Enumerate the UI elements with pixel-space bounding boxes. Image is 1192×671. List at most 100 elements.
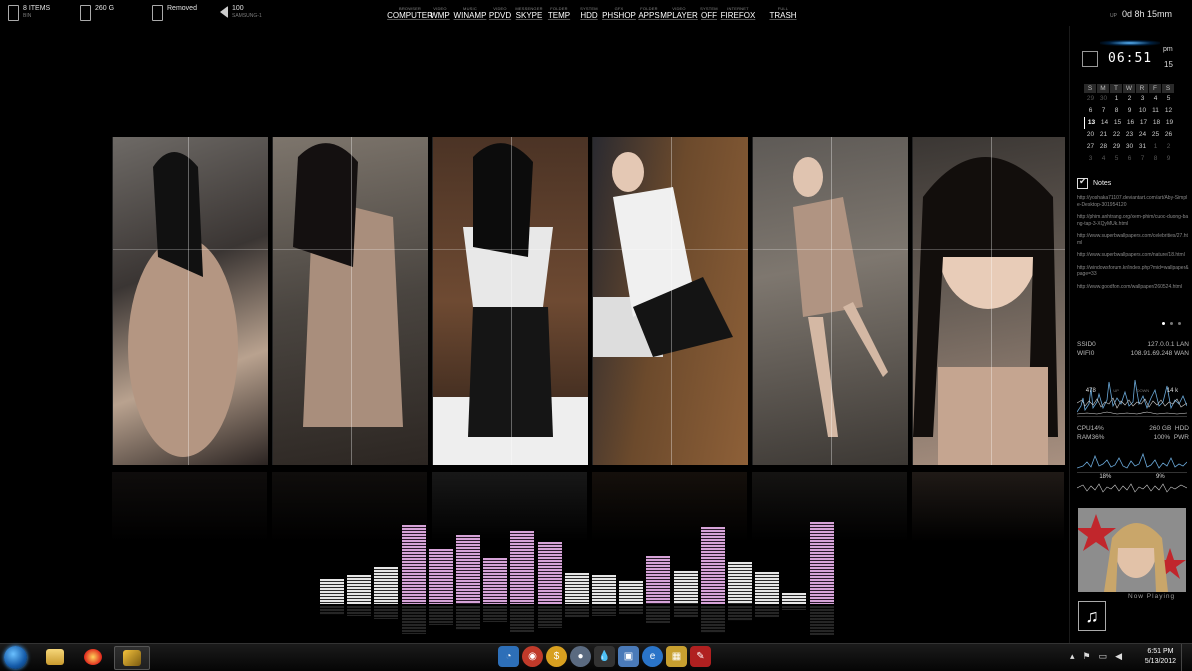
note-link[interactable]: http://www.superbwallpapers.com/celebrit… xyxy=(1077,233,1189,246)
calendar-day[interactable]: 29 xyxy=(1084,93,1097,105)
note-link[interactable]: http://yoshaka71107.deviantart.com/art/A… xyxy=(1077,195,1189,208)
calendar-day[interactable]: 26 xyxy=(1162,129,1175,141)
eq-bar xyxy=(700,526,725,604)
launcher-label: APPS xyxy=(638,11,660,20)
eq-bar xyxy=(456,535,480,604)
taskbar-app-2[interactable] xyxy=(76,646,110,668)
flag-icon[interactable]: ⚑ xyxy=(1082,651,1090,662)
volume-tray-icon[interactable]: ◀ xyxy=(1115,651,1122,662)
calendar-day[interactable]: 12 xyxy=(1162,105,1175,117)
paint-icon[interactable]: ✎ xyxy=(690,646,711,667)
cpu-usage: 14% xyxy=(1090,425,1104,432)
calendar-day[interactable]: 7 xyxy=(1097,105,1110,117)
calendar-day[interactable]: 7 xyxy=(1136,153,1149,165)
safari-icon[interactable]: ◔ xyxy=(498,646,519,667)
note-link[interactable]: http://phim.anhtrang.org/xem-phim/cuoc-d… xyxy=(1077,214,1189,227)
calendar-day[interactable]: 14 xyxy=(1098,117,1111,129)
calendar-day[interactable]: 17 xyxy=(1137,117,1150,129)
calendar-day[interactable]: 4 xyxy=(1097,153,1110,165)
calendar-day[interactable]: 1 xyxy=(1149,141,1162,153)
recycle-bin-widget[interactable]: 8 ITEMS BIN xyxy=(8,5,50,21)
music-note-icon[interactable]: ♫ xyxy=(1078,601,1106,631)
note-link[interactable]: http://windowsforum.kr/index.php?mid=wal… xyxy=(1077,265,1189,278)
calendar-day[interactable]: 19 xyxy=(1163,117,1176,129)
eq-bar-reflection xyxy=(755,606,780,618)
calendar-day[interactable]: 21 xyxy=(1097,129,1110,141)
note-link[interactable]: http://www.superbwallpapers.com/nature/1… xyxy=(1077,252,1189,259)
calendar-day[interactable]: 16 xyxy=(1124,117,1137,129)
page-dots[interactable] xyxy=(1162,322,1181,325)
calendar-day[interactable]: 23 xyxy=(1123,129,1136,141)
usb-widget[interactable]: Removed xyxy=(152,5,197,21)
calendar-day[interactable]: 2 xyxy=(1162,141,1175,153)
eq-bar xyxy=(483,558,508,604)
calendar-day[interactable]: 22 xyxy=(1110,129,1123,141)
archive-icon[interactable]: ▦ xyxy=(666,646,687,667)
calendar-day[interactable]: 11 xyxy=(1149,105,1162,117)
calendar-day[interactable]: 8 xyxy=(1149,153,1162,165)
calendar-day[interactable]: 2 xyxy=(1123,93,1136,105)
taskbar-clock[interactable]: 6:51 PM 5/13/2012 xyxy=(1145,647,1176,667)
calendar-day[interactable]: 20 xyxy=(1084,129,1097,141)
calendar-day[interactable]: 27 xyxy=(1084,141,1097,153)
calendar-day[interactable]: 6 xyxy=(1123,153,1136,165)
calendar-day[interactable]: 30 xyxy=(1123,141,1136,153)
eq-bar-reflection xyxy=(320,606,344,615)
calendar-day[interactable]: 3 xyxy=(1136,93,1149,105)
photo-panel xyxy=(912,137,1065,465)
show-desktop-button[interactable] xyxy=(1181,644,1192,671)
power-key: PWR xyxy=(1173,434,1189,441)
calendar-day[interactable]: 9 xyxy=(1123,105,1136,117)
calendar-day[interactable]: 3 xyxy=(1084,153,1097,165)
hdd-size: 260 GB xyxy=(1149,425,1172,432)
note-link[interactable]: http://www.goodfon.com/wallpaper/260524.… xyxy=(1077,284,1189,291)
album-art[interactable] xyxy=(1078,508,1186,592)
calendar-day[interactable]: 31 xyxy=(1136,141,1149,153)
chrome-icon[interactable]: ◉ xyxy=(522,646,543,667)
cpu-key: CPU xyxy=(1077,425,1091,432)
dollar-icon[interactable]: $ xyxy=(546,646,567,667)
disk-widget[interactable]: 260 G xyxy=(80,5,114,21)
calendar-day[interactable]: 18 xyxy=(1150,117,1163,129)
volume-widget[interactable]: 100 SAMSUNG-1 xyxy=(220,5,262,19)
water-drop-icon[interactable]: 💧 xyxy=(594,646,615,667)
calendar-day[interactable]: 30 xyxy=(1097,93,1110,105)
calendar-day[interactable]: 25 xyxy=(1149,129,1162,141)
uptime-widget: UP 0d 8h 15mm xyxy=(1110,9,1172,19)
disc-icon[interactable]: ● xyxy=(570,646,591,667)
calendar-day[interactable]: 4 xyxy=(1149,93,1162,105)
calendar-day[interactable]: 10 xyxy=(1136,105,1149,117)
power-level: 100% xyxy=(1153,434,1171,441)
launcher-trash[interactable]: FULL TRASH xyxy=(765,6,801,20)
eq-bar-reflection xyxy=(537,606,562,628)
start-button[interactable] xyxy=(4,646,27,669)
tray-expand-icon[interactable]: ▴ xyxy=(1070,651,1075,662)
calendar-day[interactable]: 1 xyxy=(1110,93,1123,105)
calendar-icon[interactable] xyxy=(1082,51,1098,67)
calendar-day[interactable]: 15 xyxy=(1111,117,1124,129)
computer-icon[interactable]: ▣ xyxy=(618,646,639,667)
eq-bar-reflection xyxy=(673,606,698,618)
calendar-day[interactable]: 24 xyxy=(1136,129,1149,141)
launcher-label: TRASH xyxy=(769,11,797,20)
taskbar-explorer[interactable] xyxy=(38,646,72,668)
uptime-value: 0d 8h 15mm xyxy=(1121,9,1172,19)
ie-icon[interactable]: e xyxy=(642,646,663,667)
figure-silhouette xyxy=(128,152,238,457)
calendar-day[interactable]: 29 xyxy=(1110,141,1123,153)
calendar-day[interactable]: 5 xyxy=(1110,153,1123,165)
eq-bar xyxy=(401,524,426,604)
network-tray-icon[interactable]: ▭ xyxy=(1099,651,1108,662)
calendar-day[interactable]: 8 xyxy=(1110,105,1123,117)
system-wave xyxy=(1077,483,1187,493)
bin-label: BIN xyxy=(23,13,32,19)
calendar-day[interactable]: 28 xyxy=(1097,141,1110,153)
calendar-day[interactable]: 9 xyxy=(1162,153,1175,165)
calendar-day[interactable]: 6 xyxy=(1084,105,1097,117)
audio-visualizer xyxy=(320,500,865,640)
taskbar-app-3[interactable] xyxy=(114,646,150,670)
calendar-day[interactable]: 13 xyxy=(1084,117,1098,129)
launcher-firefox[interactable]: INTERNET FIREFOX xyxy=(720,6,756,20)
calendar-day[interactable]: 5 xyxy=(1162,93,1175,105)
notes-widget[interactable]: Notes http://yoshaka71107.deviantart.com… xyxy=(1077,176,1189,291)
